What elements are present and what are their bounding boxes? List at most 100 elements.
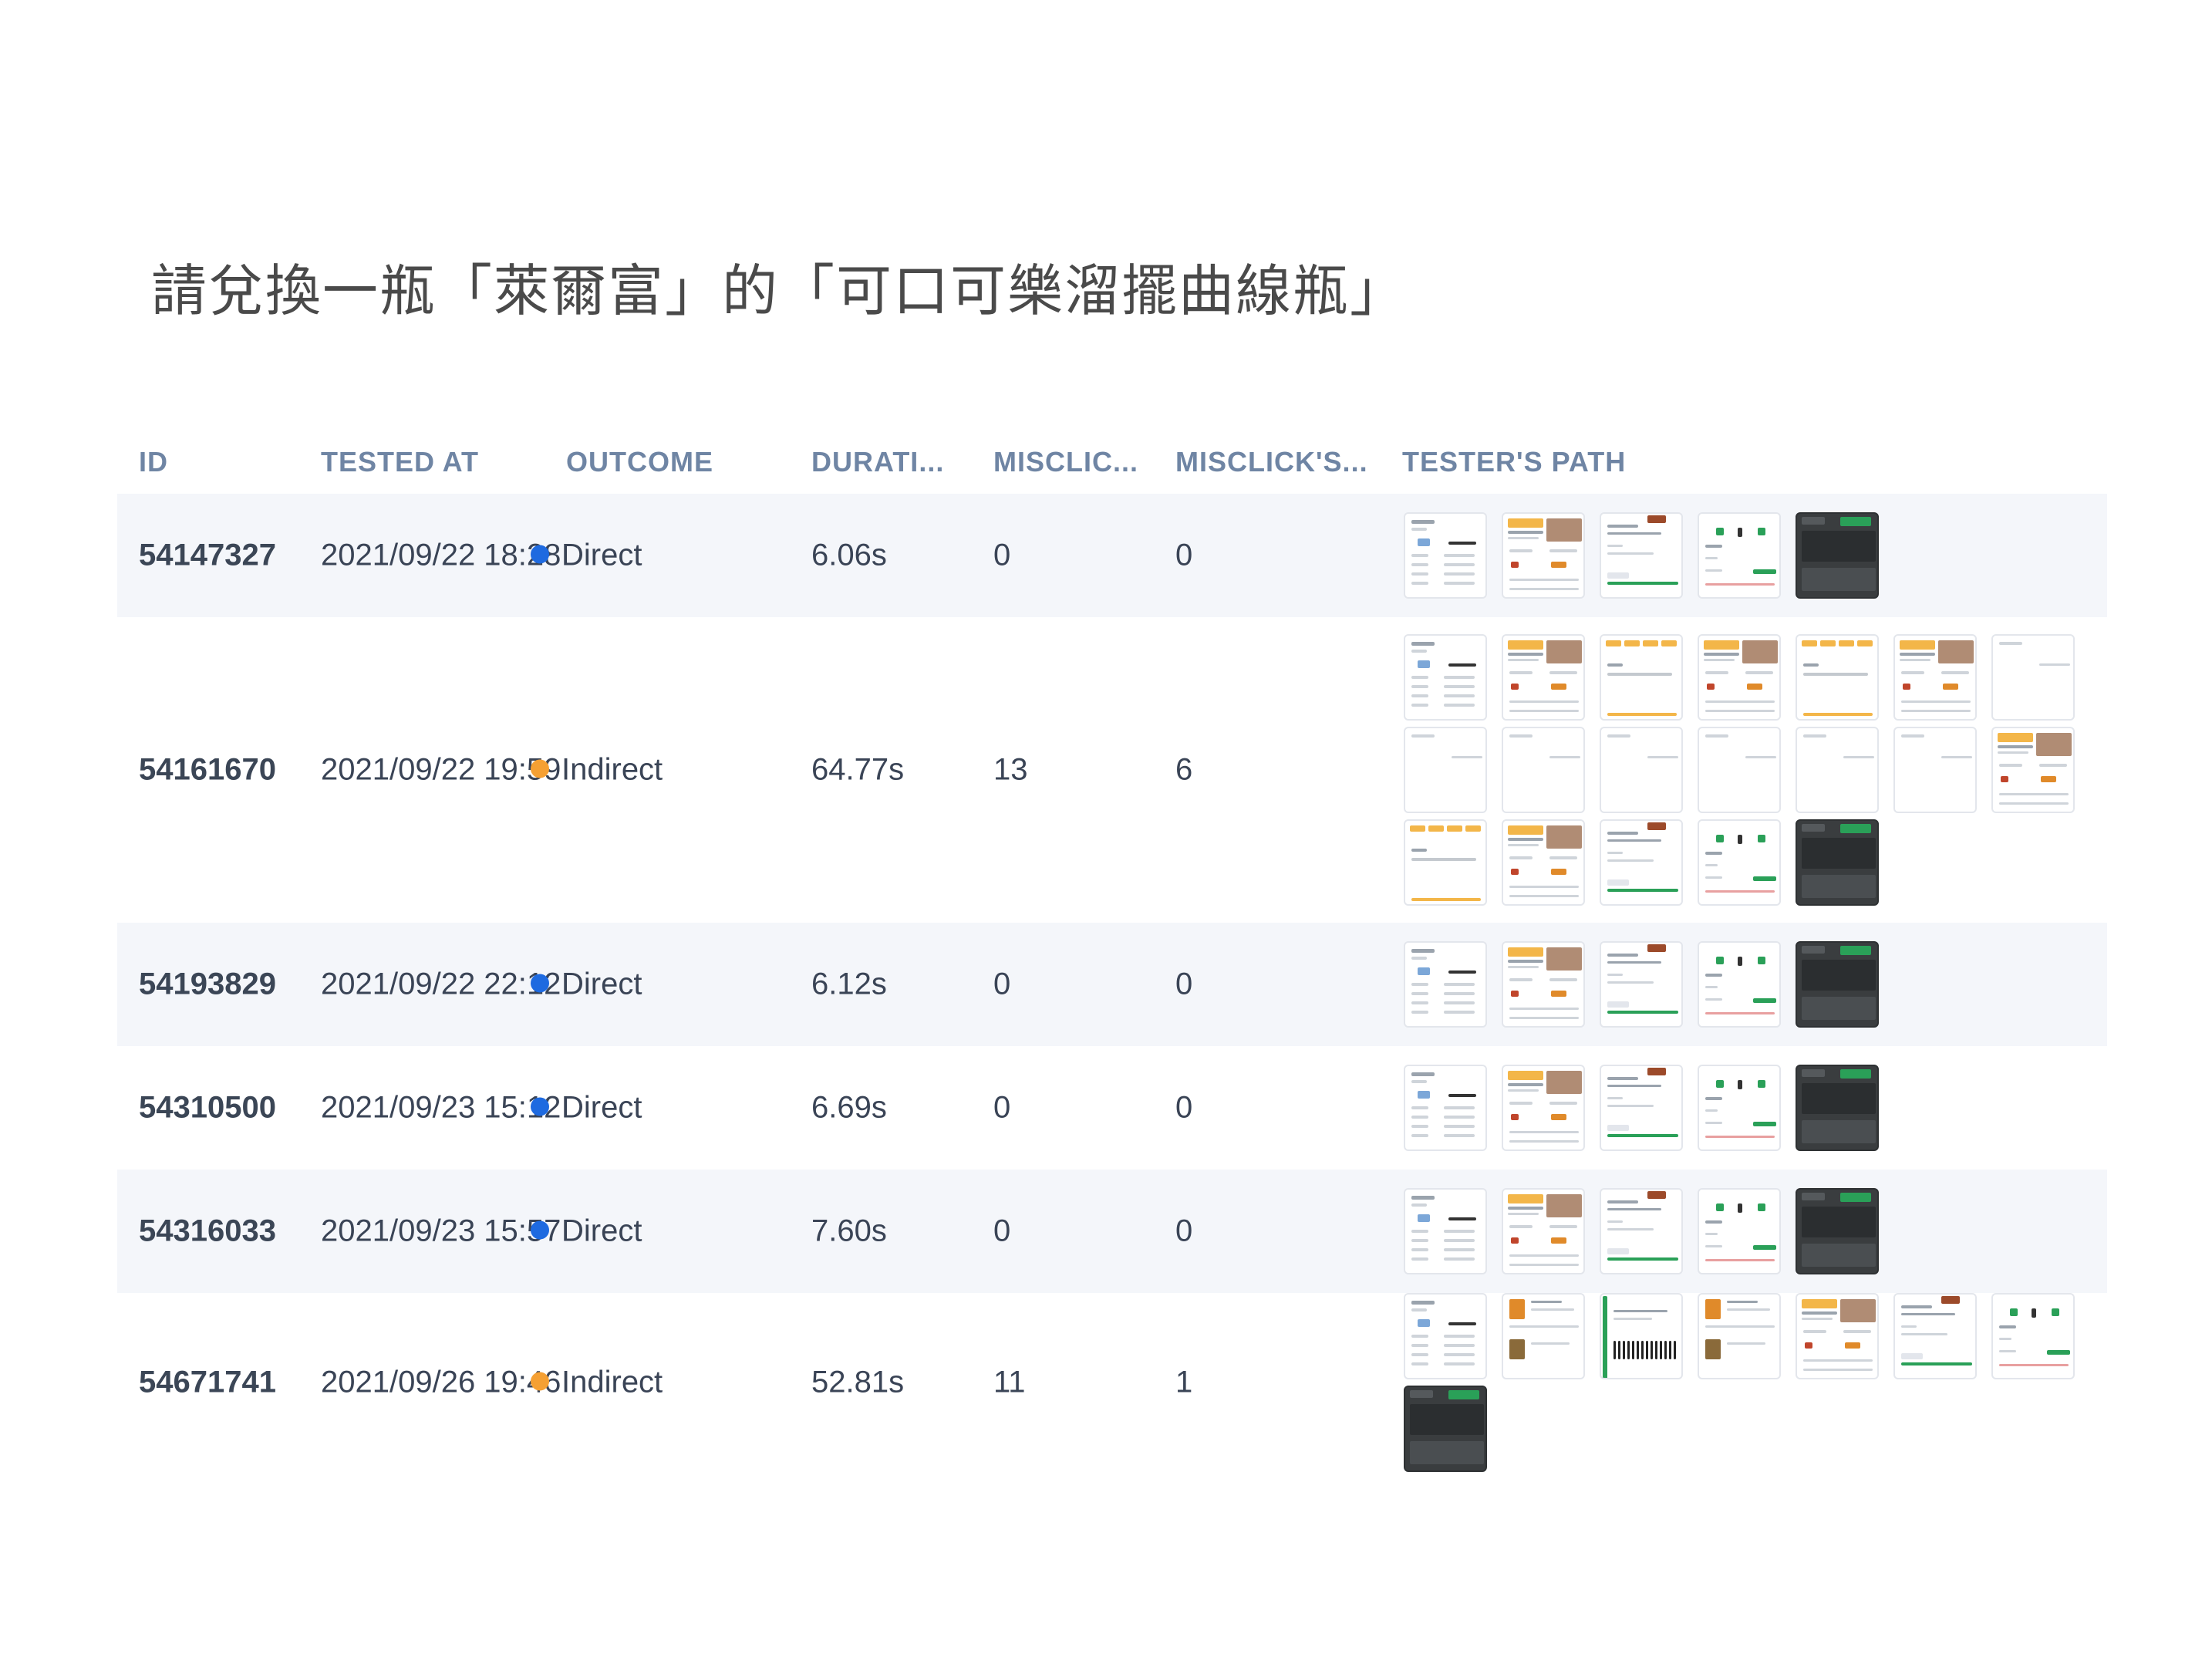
tester-id: 54193829: [139, 967, 276, 1001]
path-screen-thumbnail[interactable]: [1796, 1188, 1879, 1274]
path-screen-thumbnail[interactable]: [1502, 1065, 1585, 1151]
path-screen-thumbnail[interactable]: [1991, 727, 2075, 813]
results-table: ID TESTED AT OUTCOME DURATI... MISCLIC..…: [117, 432, 2107, 1472]
path-screen-thumbnail[interactable]: [1600, 1188, 1683, 1274]
path-screen-thumbnail[interactable]: [1502, 512, 1585, 599]
path-screen-thumbnail[interactable]: [1404, 1293, 1487, 1379]
path-screen-thumbnail[interactable]: [1600, 727, 1683, 813]
outcome-status-dot: [531, 974, 549, 993]
path-screen-thumbnail[interactable]: [1796, 819, 1879, 906]
path-screen-thumbnail[interactable]: [1698, 727, 1781, 813]
path-screen-thumbnail[interactable]: [1404, 819, 1487, 906]
path-screen-thumbnail[interactable]: [1893, 634, 1977, 721]
path-screen-thumbnail[interactable]: [1698, 1065, 1781, 1151]
outcome-label: Indirect: [561, 1365, 663, 1399]
path-screen-thumbnail[interactable]: [1600, 634, 1683, 721]
table-row[interactable]: 54193829 2021/09/22 22:12 Direct 6.12s 0 0: [117, 923, 2107, 1046]
path-screen-thumbnail[interactable]: [1404, 941, 1487, 1028]
misclicks: 13: [993, 752, 1028, 787]
path-screen-thumbnail[interactable]: [1600, 1065, 1683, 1151]
outcome: Direct: [531, 1091, 642, 1126]
path-screen-thumbnail[interactable]: [1698, 1188, 1781, 1274]
task-title: 請兌換一瓶「萊爾富」的「可口可樂溜擺曲線瓶」: [151, 258, 1408, 323]
column-header-id[interactable]: ID: [139, 446, 168, 478]
path-screen-thumbnail[interactable]: [1502, 1188, 1585, 1274]
outcome-status-dot: [531, 545, 549, 564]
tester-id: 54310500: [139, 1090, 276, 1125]
path-screen-thumbnail[interactable]: [1698, 512, 1781, 599]
path-screen-thumbnail[interactable]: [1698, 1293, 1781, 1379]
misclick-s: 0: [1175, 1090, 1193, 1125]
misclick-s: 0: [1175, 538, 1193, 572]
path-screen-thumbnail[interactable]: [1698, 819, 1781, 906]
table-row[interactable]: 54671741 2021/09/26 19:46 Indirect 52.81s 11…: [117, 1293, 2107, 1472]
misclick-s: 1: [1175, 1365, 1193, 1399]
path-screen-thumbnail[interactable]: [1600, 941, 1683, 1028]
path-screen-thumbnail[interactable]: [1404, 1188, 1487, 1274]
tested-at: 2021/09/26 19:46: [321, 1365, 561, 1399]
misclicks: 0: [993, 1214, 1011, 1248]
path-screen-thumbnail[interactable]: [1893, 1293, 1977, 1379]
column-header-testers-path[interactable]: TESTER'S PATH: [1402, 446, 1626, 478]
path-screen-thumbnail[interactable]: [1404, 727, 1487, 813]
table-body: 54147327 2021/09/22 18:28 Direct 6.06s 0 0 541…: [117, 494, 2107, 1472]
outcome: Direct: [531, 1214, 642, 1249]
tester-id: 54671741: [139, 1365, 276, 1399]
path-screen-thumbnail[interactable]: [1796, 1293, 1879, 1379]
path-screen-thumbnail[interactable]: [1991, 1293, 2075, 1379]
path-screen-thumbnail[interactable]: [1991, 634, 2075, 721]
outcome-status-dot: [531, 1372, 549, 1391]
path-screen-thumbnail[interactable]: [1502, 1293, 1585, 1379]
path-screen-thumbnail[interactable]: [1796, 941, 1879, 1028]
path-screen-thumbnail[interactable]: [1796, 727, 1879, 813]
path-screen-thumbnail[interactable]: [1600, 512, 1683, 599]
tested-at: 2021/09/22 19:59: [321, 752, 561, 787]
path-screen-thumbnail[interactable]: [1796, 512, 1879, 599]
outcome-label: Indirect: [561, 752, 663, 787]
duration: 52.81s: [811, 1365, 905, 1399]
path-screen-thumbnail[interactable]: [1600, 1293, 1683, 1379]
path-screen-thumbnail[interactable]: [1698, 634, 1781, 721]
column-header-misclick-s[interactable]: MISCLICK'S...: [1175, 446, 1368, 478]
outcome-status-dot: [531, 1220, 549, 1240]
misclick-s: 0: [1175, 967, 1193, 1001]
misclick-s: 0: [1175, 1214, 1193, 1248]
misclicks: 11: [993, 1365, 1026, 1399]
table-row[interactable]: 54147327 2021/09/22 18:28 Direct 6.06s 0 0: [117, 494, 2107, 617]
outcome-label: Direct: [561, 538, 642, 572]
path-screen-thumbnail[interactable]: [1404, 512, 1487, 599]
column-header-misclicks[interactable]: MISCLIC...: [993, 446, 1138, 478]
path-screen-thumbnail[interactable]: [1404, 1065, 1487, 1151]
path-screen-thumbnail[interactable]: [1796, 1065, 1879, 1151]
outcome: Indirect: [531, 1365, 663, 1400]
tester-id: 54147327: [139, 538, 276, 572]
table-row[interactable]: 54316033 2021/09/23 15:57 Direct 7.60s 0 0: [117, 1170, 2107, 1293]
misclicks: 0: [993, 1090, 1011, 1125]
path-screen-thumbnail[interactable]: [1600, 819, 1683, 906]
outcome-label: Direct: [561, 967, 642, 1001]
path-screen-thumbnail[interactable]: [1502, 819, 1585, 906]
column-header-tested-at[interactable]: TESTED AT: [321, 446, 479, 478]
duration: 64.77s: [811, 752, 905, 787]
misclicks: 0: [993, 967, 1011, 1001]
path-screen-thumbnail[interactable]: [1502, 634, 1585, 721]
tested-at: 2021/09/22 18:28: [321, 538, 561, 572]
outcome: Indirect: [531, 753, 663, 788]
path-screen-thumbnail[interactable]: [1893, 727, 1977, 813]
path-screen-thumbnail[interactable]: [1796, 634, 1879, 721]
path-screen-thumbnail[interactable]: [1698, 941, 1781, 1028]
path-screen-thumbnail[interactable]: [1502, 941, 1585, 1028]
table-row[interactable]: 54161670 2021/09/22 19:59 Indirect 64.77s 13…: [117, 617, 2107, 923]
tested-at: 2021/09/23 15:57: [321, 1214, 561, 1248]
column-header-duration[interactable]: DURATI...: [811, 446, 944, 478]
table-row[interactable]: 54310500 2021/09/23 15:12 Direct 6.69s 0 0: [117, 1046, 2107, 1170]
outcome: Direct: [531, 967, 642, 1002]
column-header-outcome[interactable]: OUTCOME: [566, 446, 713, 478]
table-header: ID TESTED AT OUTCOME DURATI... MISCLIC..…: [117, 432, 2107, 494]
outcome-status-dot: [531, 1097, 549, 1116]
outcome-label: Direct: [561, 1090, 642, 1125]
path-screen-thumbnail[interactable]: [1404, 634, 1487, 721]
outcome-label: Direct: [561, 1214, 642, 1248]
path-screen-thumbnail[interactable]: [1404, 1386, 1487, 1472]
path-screen-thumbnail[interactable]: [1502, 727, 1585, 813]
